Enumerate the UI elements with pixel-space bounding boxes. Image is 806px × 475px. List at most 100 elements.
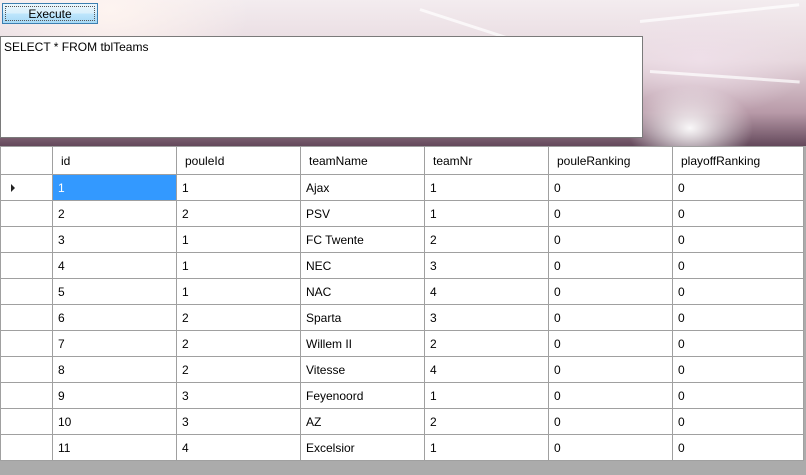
- pouleranking-cell[interactable]: 0: [548, 278, 673, 305]
- column-header-id[interactable]: id: [52, 146, 177, 175]
- pouleid-cell[interactable]: 1: [176, 174, 301, 201]
- id-cell[interactable]: 3: [52, 226, 177, 253]
- teamname-cell[interactable]: Vitesse: [300, 356, 425, 383]
- id-cell[interactable]: 5: [52, 278, 177, 305]
- id-cell[interactable]: 1: [52, 174, 177, 201]
- column-header-playoffranking[interactable]: playoffRanking: [672, 146, 804, 175]
- teamnr-cell[interactable]: 2: [424, 408, 549, 435]
- playoffranking-cell[interactable]: 0: [672, 252, 804, 279]
- table-row[interactable]: 8 2 Vitesse 4 0 0: [0, 356, 804, 383]
- execute-button[interactable]: Execute: [2, 3, 98, 24]
- teamnr-cell[interactable]: 1: [424, 382, 549, 409]
- table-row[interactable]: 9 3 Feyenoord 1 0 0: [0, 382, 804, 409]
- pouleranking-cell[interactable]: 0: [548, 330, 673, 357]
- table-row[interactable]: 3 1 FC Twente 2 0 0: [0, 226, 804, 253]
- table-row[interactable]: 1 1 Ajax 1 0 0: [0, 174, 804, 201]
- teamname-cell[interactable]: Sparta: [300, 304, 425, 331]
- pouleid-cell[interactable]: 1: [176, 252, 301, 279]
- playoffranking-cell[interactable]: 0: [672, 330, 804, 357]
- id-cell[interactable]: 8: [52, 356, 177, 383]
- background-beam: [649, 70, 800, 84]
- teamname-cell[interactable]: Excelsior: [300, 434, 425, 461]
- teamnr-cell[interactable]: 4: [424, 356, 549, 383]
- teamnr-cell[interactable]: 1: [424, 434, 549, 461]
- table-row[interactable]: 2 2 PSV 1 0 0: [0, 200, 804, 227]
- playoffranking-cell[interactable]: 0: [672, 382, 804, 409]
- table-row[interactable]: 5 1 NAC 4 0 0: [0, 278, 804, 305]
- pouleranking-cell[interactable]: 0: [548, 226, 673, 253]
- teamname-cell[interactable]: NEC: [300, 252, 425, 279]
- id-cell[interactable]: 6: [52, 304, 177, 331]
- id-cell[interactable]: 11: [52, 434, 177, 461]
- column-header-teamname[interactable]: teamName: [300, 146, 425, 175]
- table-row[interactable]: 4 1 NEC 3 0 0: [0, 252, 804, 279]
- teamnr-cell[interactable]: 3: [424, 252, 549, 279]
- id-cell[interactable]: 10: [52, 408, 177, 435]
- row-header-cell[interactable]: [0, 304, 53, 331]
- teamnr-cell[interactable]: 4: [424, 278, 549, 305]
- id-cell[interactable]: 4: [52, 252, 177, 279]
- teamname-cell[interactable]: NAC: [300, 278, 425, 305]
- pouleranking-cell[interactable]: 0: [548, 356, 673, 383]
- pouleid-cell[interactable]: 2: [176, 200, 301, 227]
- row-header-cell[interactable]: [0, 200, 53, 227]
- table-row[interactable]: 10 3 AZ 2 0 0: [0, 408, 804, 435]
- row-header-cell[interactable]: [0, 434, 53, 461]
- table-row[interactable]: 6 2 Sparta 3 0 0: [0, 304, 804, 331]
- pouleid-cell[interactable]: 1: [176, 278, 301, 305]
- id-cell[interactable]: 9: [52, 382, 177, 409]
- pouleid-cell[interactable]: 2: [176, 304, 301, 331]
- pouleid-cell[interactable]: 1: [176, 226, 301, 253]
- playoffranking-cell[interactable]: 0: [672, 356, 804, 383]
- query-input[interactable]: SELECT * FROM tblTeams: [0, 36, 643, 138]
- row-header-cell[interactable]: [0, 252, 53, 279]
- row-header-cell[interactable]: [0, 226, 53, 253]
- teamname-cell[interactable]: PSV: [300, 200, 425, 227]
- teamname-cell[interactable]: Willem II: [300, 330, 425, 357]
- teamname-cell[interactable]: AZ: [300, 408, 425, 435]
- teamnr-cell[interactable]: 3: [424, 304, 549, 331]
- row-header-cell[interactable]: [0, 408, 53, 435]
- row-header-cell[interactable]: [0, 174, 53, 201]
- pouleranking-cell[interactable]: 0: [548, 434, 673, 461]
- teamname-cell[interactable]: Feyenoord: [300, 382, 425, 409]
- pouleid-cell[interactable]: 2: [176, 356, 301, 383]
- pouleid-cell[interactable]: 4: [176, 434, 301, 461]
- playoffranking-cell[interactable]: 0: [672, 200, 804, 227]
- playoffranking-cell[interactable]: 0: [672, 174, 804, 201]
- pouleranking-cell[interactable]: 0: [548, 252, 673, 279]
- table-row[interactable]: 11 4 Excelsior 1 0 0: [0, 434, 804, 461]
- row-header-cell[interactable]: [0, 330, 53, 357]
- playoffranking-cell[interactable]: 0: [672, 408, 804, 435]
- pouleranking-cell[interactable]: 0: [548, 382, 673, 409]
- pouleranking-cell[interactable]: 0: [548, 408, 673, 435]
- teamnr-cell[interactable]: 1: [424, 200, 549, 227]
- column-header-pouleid[interactable]: pouleId: [176, 146, 301, 175]
- row-header-cell[interactable]: [0, 278, 53, 305]
- corner-header-cell[interactable]: [0, 146, 53, 175]
- id-cell[interactable]: 7: [52, 330, 177, 357]
- teamnr-cell[interactable]: 2: [424, 226, 549, 253]
- row-header-cell[interactable]: [0, 382, 53, 409]
- pouleid-cell[interactable]: 3: [176, 382, 301, 409]
- column-header-teamnr[interactable]: teamNr: [424, 146, 549, 175]
- teamname-cell[interactable]: Ajax: [300, 174, 425, 201]
- pouleranking-cell[interactable]: 0: [548, 174, 673, 201]
- execute-button-label: Execute: [28, 6, 72, 21]
- id-cell[interactable]: 2: [52, 200, 177, 227]
- teamnr-cell[interactable]: 1: [424, 174, 549, 201]
- row-header-cell[interactable]: [0, 356, 53, 383]
- table-row[interactable]: 7 2 Willem II 2 0 0: [0, 330, 804, 357]
- playoffranking-cell[interactable]: 0: [672, 434, 804, 461]
- playoffranking-cell[interactable]: 0: [672, 304, 804, 331]
- pouleranking-cell[interactable]: 0: [548, 200, 673, 227]
- pouleid-cell[interactable]: 2: [176, 330, 301, 357]
- playoffranking-cell[interactable]: 0: [672, 278, 804, 305]
- teamnr-cell[interactable]: 2: [424, 330, 549, 357]
- pouleranking-cell[interactable]: 0: [548, 304, 673, 331]
- pouleid-cell[interactable]: 3: [176, 408, 301, 435]
- results-grid[interactable]: id pouleId teamName teamNr pouleRanking …: [0, 146, 806, 475]
- teamname-cell[interactable]: FC Twente: [300, 226, 425, 253]
- column-header-pouleranking[interactable]: pouleRanking: [548, 146, 673, 175]
- playoffranking-cell[interactable]: 0: [672, 226, 804, 253]
